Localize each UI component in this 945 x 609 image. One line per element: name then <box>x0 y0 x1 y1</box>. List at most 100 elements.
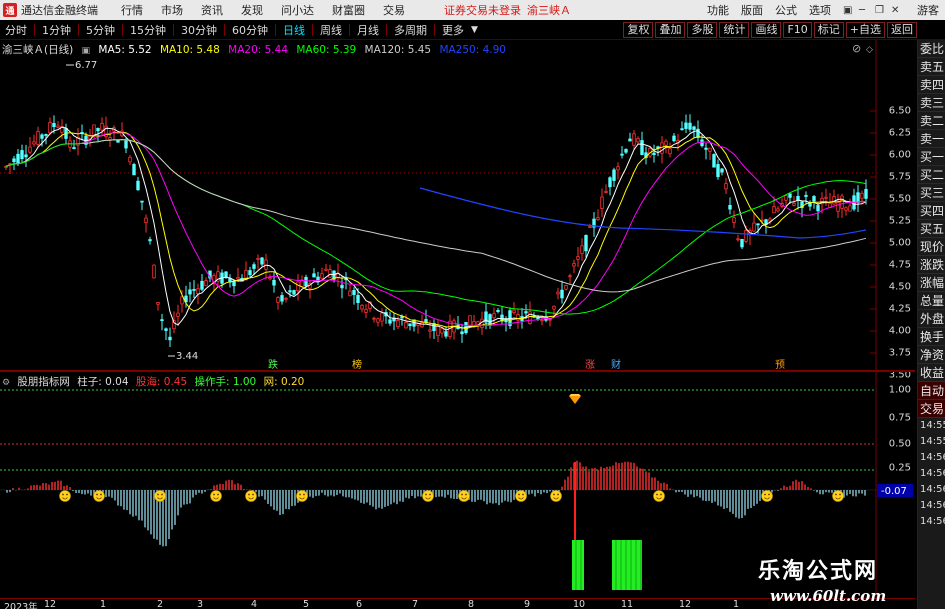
tick-time: 14:56 <box>920 468 945 479</box>
candle-body <box>620 153 624 156</box>
smiley-icon <box>515 490 527 502</box>
date-tick: 12 <box>44 599 57 609</box>
smiley-icon <box>832 490 844 502</box>
tongji-button[interactable]: 统计 <box>719 22 750 38</box>
period-60min[interactable]: 60分钟 <box>227 22 273 38</box>
menu-zixun[interactable]: 资讯 <box>192 2 232 18</box>
menu-wenxiaoda[interactable]: 问小达 <box>272 2 323 18</box>
candle-body <box>388 319 392 324</box>
date-tick: 5 <box>303 599 310 609</box>
candle-body <box>716 164 720 178</box>
separator <box>312 24 313 36</box>
candle-body <box>312 273 316 278</box>
side-label[interactable]: 交易 <box>918 400 945 418</box>
restore-icon[interactable]: ❐ <box>869 5 885 16</box>
candle-body <box>200 280 204 290</box>
menu-banmian[interactable]: 版面 <box>735 2 769 18</box>
menu-gongneng[interactable]: 功能 <box>701 2 735 18</box>
f10-button[interactable]: F10 <box>783 22 812 38</box>
price-tick: 4.25 <box>888 303 911 315</box>
side-label: 现价 <box>918 240 945 256</box>
candle-body <box>496 309 500 312</box>
candle-body <box>304 276 308 287</box>
buy-signal-block <box>612 540 642 590</box>
smiley-icon <box>458 490 470 502</box>
candle-body <box>612 169 616 181</box>
marker-die[interactable]: 跌 <box>268 358 278 370</box>
kline-chart[interactable]: ⊘ ◇ 6.77 3.44 跌 榜 涨 财 预 <box>0 40 915 370</box>
high-price-label: 6.77 <box>75 60 97 71</box>
menu-jiaoyi[interactable]: 交易 <box>374 2 414 18</box>
diejia-button[interactable]: 叠加 <box>655 22 686 38</box>
candle-body <box>260 257 264 265</box>
separator <box>275 24 276 36</box>
candle-body <box>140 200 144 203</box>
candle-body <box>16 153 20 164</box>
indicator-tick: 0.75 <box>888 412 911 424</box>
price-tick: 6.50 <box>888 105 911 117</box>
price-tick: 3.75 <box>888 347 911 359</box>
period-1min[interactable]: 1分钟 <box>37 22 76 38</box>
period-month[interactable]: 月线 <box>352 22 384 38</box>
back-button[interactable]: 返回 <box>887 22 917 38</box>
candle-body <box>660 142 664 154</box>
menu-gongshi[interactable]: 公式 <box>769 2 803 18</box>
minimize-icon[interactable]: ─ <box>853 5 869 16</box>
app-logo-icon: 通 <box>3 3 17 17</box>
close-icon[interactable]: ✕ <box>885 5 901 16</box>
period-multi[interactable]: 多周期 <box>389 22 432 38</box>
candle-body <box>756 223 760 226</box>
candle-body <box>116 139 120 143</box>
menu-faxian[interactable]: 发现 <box>232 2 272 18</box>
candle-body <box>44 134 48 136</box>
add-watchlist-button[interactable]: +自选 <box>845 22 885 38</box>
tick-time: 14:56 <box>920 484 945 495</box>
separator <box>349 24 350 36</box>
biaoji-button[interactable]: 标记 <box>813 22 844 38</box>
marker-zhang[interactable]: 涨 <box>585 359 595 370</box>
marker-bang[interactable]: 榜 <box>352 358 362 370</box>
chart-menu-icon[interactable]: ◇ <box>866 45 873 55</box>
candle-body <box>72 147 76 149</box>
candle-body <box>444 331 448 337</box>
period-day[interactable]: 日线 <box>278 22 310 38</box>
candle-body <box>864 189 868 199</box>
candle-body <box>600 196 604 209</box>
marker-yu[interactable]: 预 <box>775 359 785 370</box>
candle-body <box>32 141 36 145</box>
side-label[interactable]: 自动 <box>918 382 945 400</box>
menu-hangqing[interactable]: 行情 <box>112 2 152 18</box>
candle-body <box>552 305 556 310</box>
menu-caifuquan[interactable]: 财富圈 <box>323 2 374 18</box>
more-dropdown-icon[interactable]: ▼ <box>469 25 480 35</box>
candle-body <box>460 331 464 335</box>
price-tick: 6.00 <box>888 149 911 161</box>
fuquan-button[interactable]: 复权 <box>623 22 654 38</box>
period-more[interactable]: 更多 <box>437 22 469 38</box>
candle-body <box>128 156 132 163</box>
candle-body <box>736 238 740 241</box>
menu-xuanxiang[interactable]: 选项 <box>803 2 837 18</box>
candle-body <box>268 277 272 280</box>
side-label: 涨跌 <box>918 258 945 274</box>
candle-body <box>164 328 168 331</box>
period-30min[interactable]: 30分钟 <box>176 22 222 38</box>
user-guest[interactable]: 游客 <box>911 2 945 18</box>
candle-body <box>296 281 300 292</box>
candle-body <box>276 296 280 303</box>
duogu-button[interactable]: 多股 <box>687 22 718 38</box>
period-5min[interactable]: 5分钟 <box>81 22 120 38</box>
menu-shichang[interactable]: 市场 <box>152 2 192 18</box>
marker-cai[interactable]: 财 <box>611 358 621 370</box>
menu-icon[interactable]: ▣ <box>837 5 853 16</box>
date-tick: 4 <box>251 599 258 609</box>
period-15min[interactable]: 15分钟 <box>125 22 171 38</box>
candle-body <box>588 226 592 228</box>
period-week[interactable]: 周线 <box>315 22 347 38</box>
huaxian-button[interactable]: 画线 <box>751 22 782 38</box>
login-status[interactable]: 证券交易未登录 <box>444 2 521 18</box>
period-fenshi[interactable]: 分时 <box>0 22 32 38</box>
date-tick: 9 <box>524 599 531 609</box>
candle-body <box>20 150 24 160</box>
settings-icon[interactable]: ⊘ <box>852 42 861 55</box>
